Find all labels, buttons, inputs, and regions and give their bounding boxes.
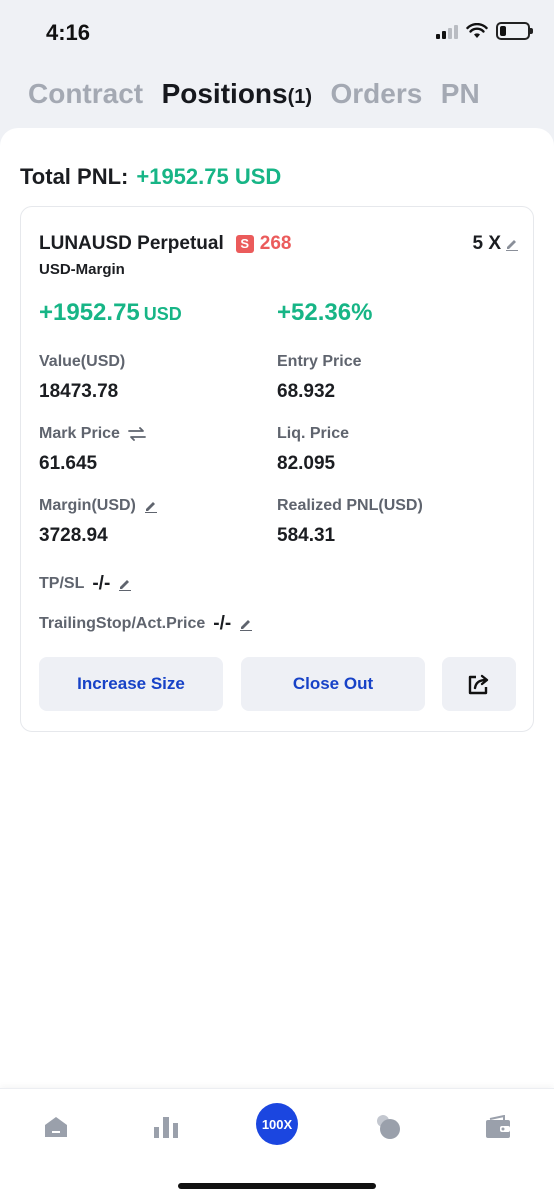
margin-label-row: Margin(USD) [39,497,158,515]
edit-margin-icon[interactable] [144,499,158,513]
unrealized-pnl-value: +1952.75 [39,299,140,326]
nav-wallet[interactable] [478,1109,518,1145]
tab-orders[interactable]: Orders [331,78,423,110]
tab-positions-label: Positions [161,78,288,109]
entry-price-value: 68.932 [277,381,336,402]
share-button[interactable] [442,657,516,711]
trailing-stop-row: TrailingStop/Act.Price -/- [39,613,253,635]
tpsl-label: TP/SL [39,575,85,592]
entry-price-field: Entry Price 68.932 [277,353,361,403]
nav-markets[interactable] [146,1109,186,1145]
total-pnl: Total PNL: +1952.75 USD [20,164,281,190]
unrealized-pnl: +1952.75 USD [39,299,182,327]
close-out-button[interactable]: Close Out [241,657,425,711]
coin-icon [377,1115,400,1139]
increase-size-button[interactable]: Increase Size [39,657,223,711]
entry-price-label: Entry Price [277,353,362,370]
bottom-nav: 100X [0,1088,554,1200]
tab-contract[interactable]: Contract [28,78,143,110]
battery-icon [496,22,533,40]
wifi-icon [466,23,488,38]
home-icon [45,1117,67,1137]
margin-label: Margin(USD) [39,497,136,514]
value-field: Value(USD) 18473.78 [39,353,125,403]
home-indicator [178,1183,376,1189]
tab-positions-count: (1) [287,86,313,108]
position-symbol[interactable]: LUNAUSD Perpetual S 268 [39,233,291,255]
trailing-stop-value: -/- [213,613,232,634]
nav-earn[interactable] [368,1109,408,1145]
status-bar: 4:16 [0,0,554,66]
position-quantity: 268 [259,233,292,254]
bar-chart-icon [154,1117,178,1138]
edit-leverage-icon[interactable] [505,237,519,251]
mark-price-field: Mark Price 61.645 [39,425,146,475]
edit-tpsl-icon[interactable] [118,577,132,591]
edit-trailing-stop-icon[interactable] [239,617,253,631]
wallet-icon [486,1115,510,1138]
leverage-value: 5 X [472,233,501,254]
tpsl-row: TP/SL -/- [39,573,132,595]
status-time: 4:16 [46,20,91,45]
cellular-signal-icon [436,23,458,39]
margin-type: USD-Margin [39,261,125,278]
mark-price-label-row: Mark Price [39,425,146,443]
trailing-stop-label: TrailingStop/Act.Price [39,615,206,632]
liq-price-field: Liq. Price 82.095 [277,425,349,475]
side-badge: S [235,235,254,253]
margin-field: Margin(USD) 3728.94 [39,497,158,547]
mark-price-label: Mark Price [39,425,120,442]
mark-price-value: 61.645 [39,453,98,474]
total-pnl-value: +1952.75 USD [136,164,282,189]
margin-value: 3728.94 [39,525,108,546]
nav-trade-100x[interactable]: 100X [256,1103,298,1145]
share-icon [468,674,489,695]
realized-pnl-label: Realized PNL(USD) [277,497,423,514]
status-icons [436,22,533,40]
value-amount: 18473.78 [39,381,119,402]
value-label: Value(USD) [39,353,126,370]
symbol-name: LUNAUSD Perpetual [39,233,224,254]
roi-percent: +52.36% [277,299,373,326]
realized-pnl-field: Realized PNL(USD) 584.31 [277,497,423,547]
position-tabs: Contract Positions(1) Orders PN [28,78,554,118]
position-card: LUNAUSD Perpetual S 268 5 X USD-Margin +… [20,206,534,732]
unrealized-pnl-unit: USD [143,304,182,324]
tab-positions[interactable]: Positions(1) [162,78,312,110]
positions-sheet: Total PNL: +1952.75 USD LUNAUSD Perpetual… [0,128,554,1200]
total-pnl-label: Total PNL: [20,164,129,189]
tpsl-value: -/- [92,573,111,594]
swap-icon[interactable] [128,427,146,441]
liq-price-value: 82.095 [277,453,336,474]
leverage-control[interactable]: 5 X [472,233,519,255]
liq-price-label: Liq. Price [277,425,350,442]
tab-pnl[interactable]: PN [441,78,480,110]
nav-home[interactable] [36,1109,76,1145]
realized-pnl-value: 584.31 [277,525,336,546]
